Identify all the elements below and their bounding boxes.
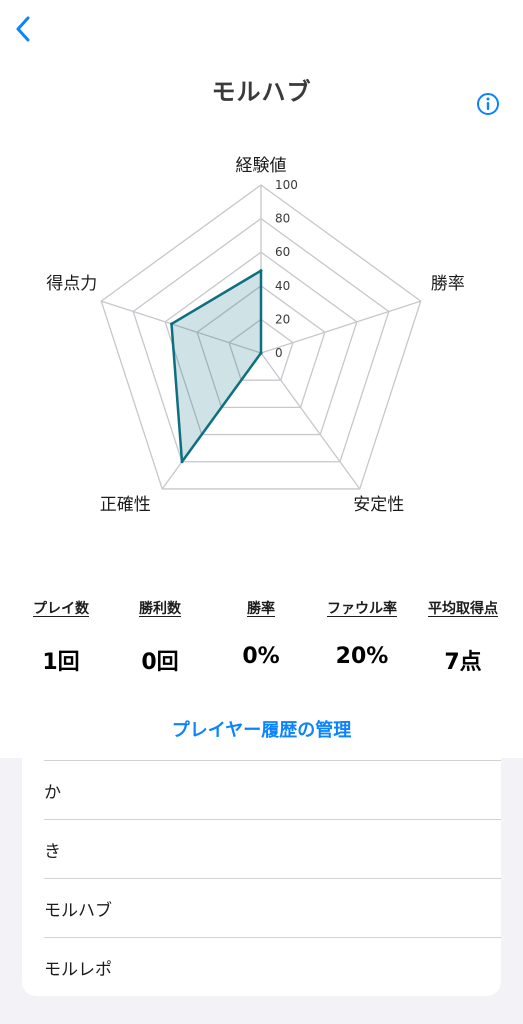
radar-chart: 0 20 40 60 80 100 経験値勝率安定性 正確性 得点力 [46,156,465,515]
back-button[interactable] [8,12,38,46]
list-item[interactable]: き [22,819,501,878]
divider [44,760,501,761]
axis-label: 安定性 [353,495,404,515]
tick-label: 40 [275,279,290,293]
player-name: モルレポ [44,960,112,980]
grid-spoke [260,300,421,354]
stat-label: プレイ数 [33,601,89,617]
stat-label: 勝率 [247,601,275,617]
page-title: モルハブ [211,78,312,106]
axis-label: 得点力 [46,274,97,294]
stat-value: 1回 [42,650,80,675]
tick-label: 20 [275,312,290,326]
info-button[interactable] [476,92,500,116]
radar-point [180,460,184,464]
player-list: か き モルハブ モルレポ [22,758,501,996]
list-item[interactable]: モルレポ [22,937,501,996]
stat-win-count: 勝利数 0回 [110,598,210,676]
radar-series-area [170,269,263,463]
tick-label: 100 [275,178,298,192]
divider [44,878,501,879]
stats-row: プレイ数 1回 勝利数 0回 勝率 0% ファウル率 20% 平均取得点 7点 [0,598,523,678]
tick-label: 80 [275,212,290,226]
manage-player-history-link[interactable]: プレイヤー履歴の管理 [0,716,523,742]
stat-foul-rate: ファウル率 20% [312,598,412,669]
tick-label: 0 [275,346,283,360]
stat-label: 勝利数 [139,601,181,617]
axis-label: 勝率 [431,274,465,294]
radar-point [259,351,263,355]
axis-label: 正確性 [100,495,151,515]
radar-point [259,269,263,273]
player-name: き [44,842,61,862]
chevron-left-icon [16,16,30,42]
info-circle-icon [477,93,499,115]
player-name: か [44,783,61,803]
stat-label: ファウル率 [327,601,397,617]
stat-value: 20% [335,644,389,669]
stat-win-rate: 勝率 0% [211,598,311,669]
list-item[interactable]: モルハブ [22,878,501,937]
axis-label: 経験値 [236,156,287,176]
tick-label: 60 [275,245,290,259]
stat-play-count: プレイ数 1回 [11,598,111,676]
divider [44,937,501,938]
stat-value: 7点 [444,650,482,675]
stat-value: 0% [242,644,280,669]
divider [44,819,501,820]
grid-spoke [260,352,361,490]
radar-point [170,322,174,326]
stat-value: 0回 [141,650,179,675]
player-name: モルハブ [44,901,112,921]
list-item[interactable]: か [22,760,501,819]
stat-label: 平均取得点 [428,601,498,617]
stat-average-score: 平均取得点 7点 [413,598,513,676]
